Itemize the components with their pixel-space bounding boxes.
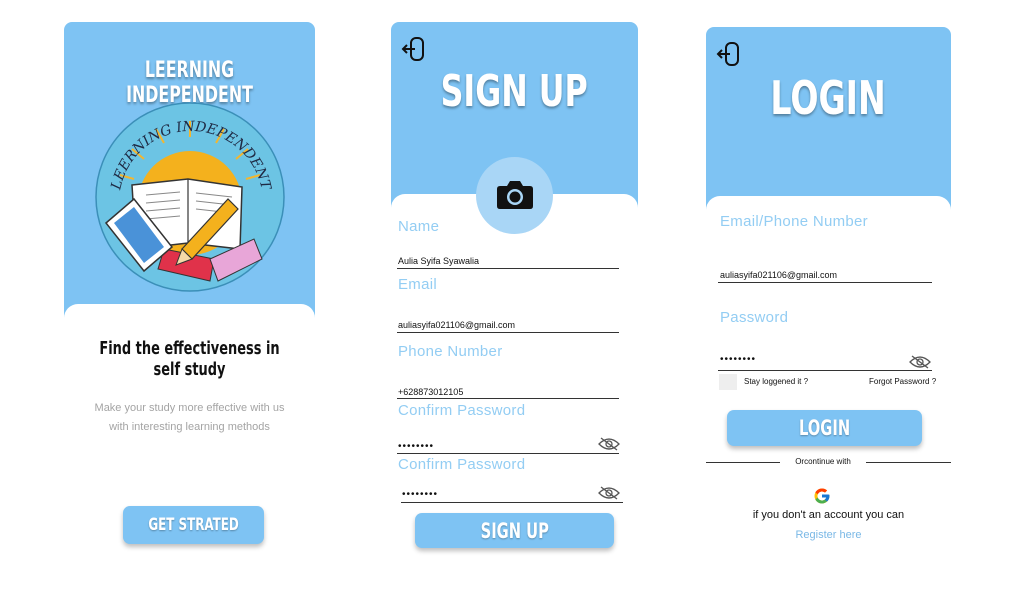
email-phone-label: Email/Phone Number <box>720 213 868 230</box>
login-button[interactable]: LOGIN <box>727 410 922 446</box>
email-label: Email <box>398 276 438 293</box>
app-logo: LEERNING INDEPENDENT <box>95 102 285 292</box>
password-label: Password <box>720 309 789 326</box>
register-link[interactable]: Register here <box>706 529 951 541</box>
photo-upload-button[interactable] <box>476 157 553 234</box>
eye-off-icon[interactable] <box>598 486 620 500</box>
password-input[interactable]: •••••••• <box>720 354 756 365</box>
confirm-password-underline-2 <box>401 502 623 503</box>
email-underline <box>397 332 619 333</box>
confirm-password-underline <box>397 453 619 454</box>
stay-logged-checkbox[interactable] <box>719 374 737 390</box>
back-door-icon[interactable] <box>716 41 742 69</box>
get-started-button[interactable]: GET STRATED <box>123 506 264 544</box>
name-input[interactable]: Aulia Syifa Syawalia <box>398 256 479 266</box>
signup-form-card <box>391 194 638 564</box>
name-underline <box>397 268 619 269</box>
divider-right <box>866 462 951 463</box>
stay-logged-label: Stay loggened it ? <box>744 377 809 386</box>
password-underline <box>718 370 932 371</box>
email-input[interactable]: auliasyifa021106@gmail.com <box>398 320 515 330</box>
phone-input[interactable]: +628873012105 <box>398 387 463 397</box>
phone-underline <box>397 398 619 399</box>
confirm-password-input-2[interactable]: •••••••• <box>402 489 438 500</box>
welcome-headline: Find the effectiveness in self study <box>99 338 280 380</box>
divider-left <box>706 462 780 463</box>
back-door-icon[interactable] <box>401 36 427 64</box>
login-email-underline <box>718 282 932 283</box>
login-email-input[interactable]: auliasyifa021106@gmail.com <box>720 270 837 280</box>
camera-icon <box>497 181 533 209</box>
no-account-text: if you don't an account you can <box>752 509 905 521</box>
signup-title: SIGN UP <box>440 66 589 117</box>
login-title: LOGIN <box>770 71 887 125</box>
login-header-panel: LOGIN <box>706 27 951 217</box>
google-icon[interactable] <box>813 487 831 505</box>
name-label: Name <box>398 218 440 235</box>
welcome-description: Make your study more effective with us w… <box>94 402 285 433</box>
eye-off-icon[interactable] <box>909 355 931 369</box>
continue-with-label: Orcontinue with <box>795 457 851 466</box>
confirm-password-label: Confirm Password <box>398 402 526 419</box>
sign-up-button[interactable]: SIGN UP <box>415 513 614 548</box>
confirm-password-input[interactable]: •••••••• <box>398 441 434 452</box>
welcome-header-panel: LEERNING INDEPENDENT LEERNING INDEPENDEN… <box>64 22 315 322</box>
eye-off-icon[interactable] <box>598 437 620 451</box>
phone-label: Phone Number <box>398 343 503 360</box>
confirm-password-label-2: Confirm Password <box>398 456 526 473</box>
forgot-password-link[interactable]: Forgot Password ? <box>869 377 936 386</box>
